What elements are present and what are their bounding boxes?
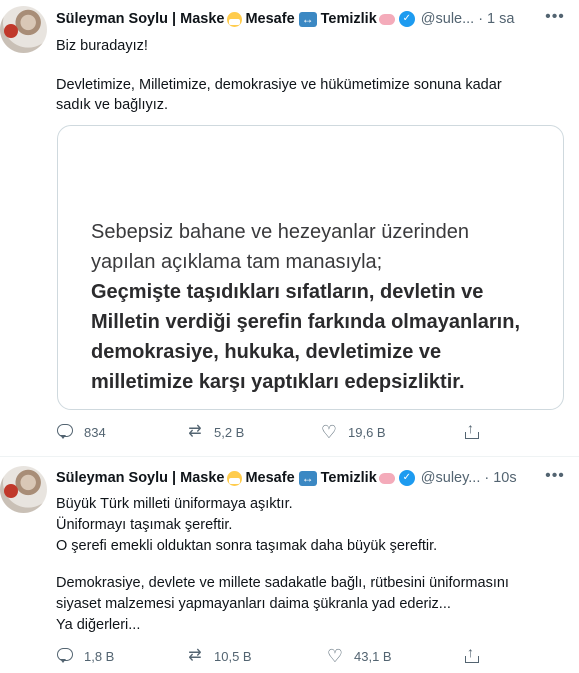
tweet-1[interactable]: Süleyman Soylu | Maske Mesafe ↔ Temizlik… (0, 0, 579, 456)
share-icon (463, 420, 481, 441)
share-icon (463, 644, 481, 665)
card-line-bold: Geçmişte taşıdıkları sıfatların, devleti… (91, 281, 484, 303)
avatar[interactable] (0, 6, 47, 53)
tweet-text: Devletimize, Milletimize, demokrasiye ve… (56, 77, 502, 113)
card-line: Sebepsiz bahane ve hezeyanlar üzerinden (91, 221, 470, 243)
more-options-icon[interactable]: ••• (543, 8, 567, 28)
tweet-text-line: Büyük Türk milleti üniformaya aşıktır. (56, 496, 293, 512)
display-name[interactable]: Süleyman Soylu | Maske (56, 11, 224, 27)
tweet-text-line: siyaset malzemesi yapmayanları daima şük… (56, 596, 451, 612)
card-image-text: Sebepsiz bahane ve hezeyanlar üzerinden … (91, 217, 551, 397)
card-line-bold: milletimize karşı yaptıkları edepsizlikt… (91, 371, 465, 393)
user-handle[interactable]: @suley... (421, 470, 481, 486)
share-button[interactable] (463, 644, 481, 665)
tweet-header: Süleyman Soylu | Maske Mesafe ↔ Temizlik… (56, 8, 514, 30)
retweet-icon: ⇄ (188, 647, 202, 664)
like-count: 19,6 B (348, 424, 386, 440)
heart-icon: ♡ (320, 422, 338, 442)
retweet-count: 5,2 B (214, 424, 245, 440)
avatar[interactable] (0, 466, 47, 513)
timestamp[interactable]: 10s (493, 470, 516, 486)
left-right-arrow-emoji-icon: ↔ (298, 11, 317, 27)
soap-emoji-icon (378, 13, 395, 25)
flag-badge-icon (4, 484, 18, 498)
reply-button[interactable]: 834 (56, 423, 106, 441)
display-name-part: Temizlik (320, 470, 377, 486)
retweet-button[interactable]: ⇄ 10,5 B (186, 647, 252, 665)
image-card[interactable]: Sebepsiz bahane ve hezeyanlar üzerinden … (57, 125, 564, 410)
tweet-text-line: Biz buradayız! (56, 38, 148, 54)
heart-icon: ♡ (326, 646, 344, 666)
reply-button[interactable]: 1,8 B (56, 647, 114, 665)
retweet-count: 10,5 B (214, 648, 252, 664)
retweet-icon: ⇄ (188, 423, 202, 440)
verified-badge-icon: ✓ (398, 11, 415, 27)
verified-badge-icon: ✓ (398, 470, 415, 486)
display-name[interactable]: Süleyman Soylu | Maske (56, 470, 224, 486)
soap-emoji-icon (378, 472, 395, 484)
flag-badge-icon (4, 24, 18, 38)
share-button[interactable] (463, 420, 481, 441)
reply-icon (56, 647, 74, 665)
card-line: yapılan açıklama tam manasıyla; (91, 251, 383, 273)
separator-dot: · (478, 11, 484, 27)
tweet-text-line: O şerefi emekli olduktan sonra taşımak d… (56, 538, 438, 554)
card-line-bold: demokrasiye, hukuka, devletimize ve (91, 341, 442, 363)
tweet-header: Süleyman Soylu | Maske Mesafe ↔ Temizlik… (56, 467, 517, 489)
display-name-part: Temizlik (320, 11, 377, 27)
mask-emoji-icon (227, 11, 243, 27)
tweet-actions: 1,8 B ⇄ 10,5 B ♡ 43,1 B (56, 644, 536, 667)
reply-count: 834 (84, 424, 106, 440)
tweet-2[interactable]: Süleyman Soylu | Maske Mesafe ↔ Temizlik… (0, 457, 579, 673)
user-handle[interactable]: @sule... (421, 11, 474, 27)
like-count: 43,1 B (354, 648, 392, 664)
more-options-icon[interactable]: ••• (543, 467, 567, 487)
retweet-button[interactable]: ⇄ 5,2 B (186, 423, 244, 441)
reply-icon (56, 423, 74, 441)
like-button[interactable]: ♡ 19,6 B (320, 423, 386, 441)
tweet-text-line: Demokrasiye, devlete ve millete sadakatl… (56, 575, 509, 591)
tweet-text-line: Ya diğerleri... (56, 617, 141, 633)
tweet-text-line: Üniformayı taşımak şereftir. (56, 517, 233, 533)
mask-emoji-icon (227, 470, 243, 486)
reply-count: 1,8 B (84, 648, 115, 664)
card-line-bold: Milletin verdiği şerefin farkında olmaya… (91, 311, 521, 333)
separator-dot: · (484, 470, 490, 486)
tweet-actions: 834 ⇄ 5,2 B ♡ 19,6 B (56, 420, 536, 443)
display-name-part: Mesafe (245, 470, 295, 486)
left-right-arrow-emoji-icon: ↔ (298, 470, 317, 486)
timestamp[interactable]: 1 sa (487, 11, 514, 27)
display-name-part: Mesafe (245, 11, 295, 27)
like-button[interactable]: ♡ 43,1 B (326, 647, 392, 665)
